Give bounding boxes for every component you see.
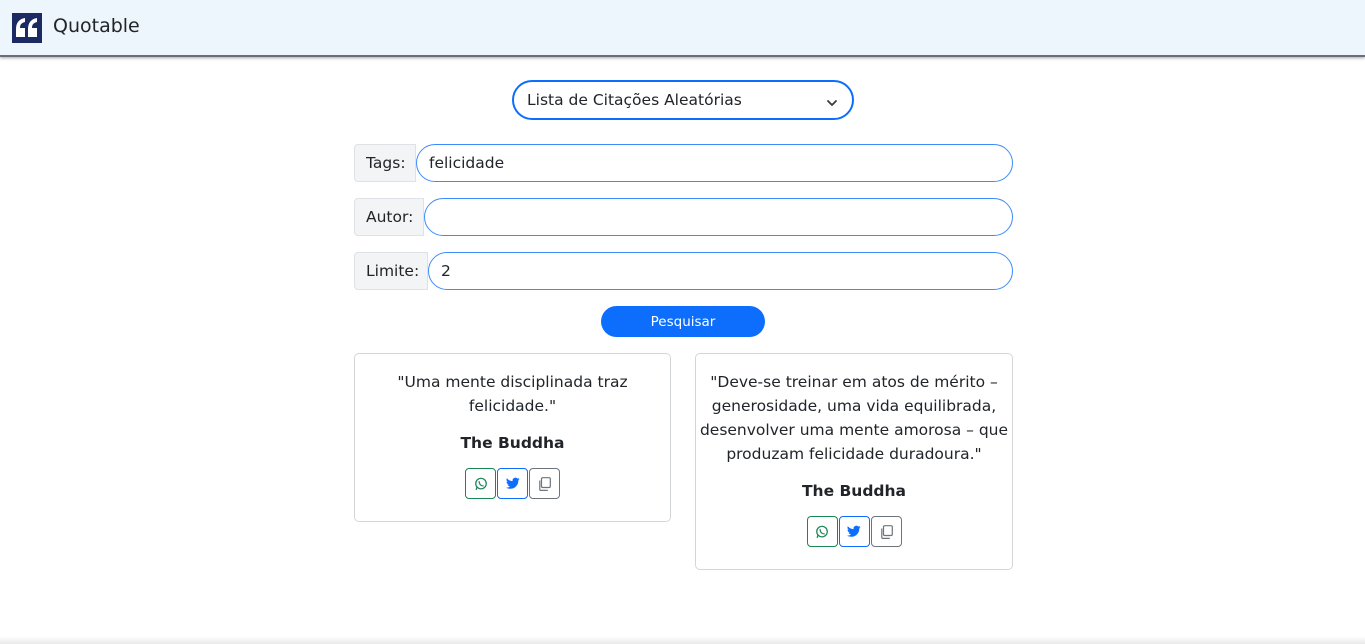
- quote-line: generosidade, uma vida equilibrada,: [711, 397, 997, 415]
- quote-text: "Uma mente disciplinada traz felicidade.…: [355, 370, 670, 418]
- share-whatsapp-button[interactable]: [806, 516, 838, 547]
- brand-title[interactable]: Quotable: [53, 15, 140, 37]
- quote-author: The Buddha: [460, 434, 565, 452]
- author-input[interactable]: [424, 198, 1013, 236]
- mode-select-value: Lista de Citações Aleatórias: [527, 91, 742, 109]
- copy-quote-button[interactable]: [870, 516, 902, 547]
- whatsapp-icon: [474, 477, 487, 490]
- quote-line: produzam felicidade duradoura.": [726, 445, 982, 463]
- twitter-icon: [505, 477, 520, 489]
- author-label: Autor:: [354, 198, 424, 236]
- mode-select[interactable]: Lista de Citações Aleatórias: [512, 80, 854, 120]
- limit-label: Limite:: [354, 252, 428, 290]
- search-button[interactable]: Pesquisar: [601, 306, 765, 337]
- chevron-down-icon: [826, 94, 838, 113]
- quote-logo-icon[interactable]: [12, 13, 42, 43]
- copy-quote-button[interactable]: [529, 468, 560, 499]
- navbar: Quotable: [0, 0, 1365, 57]
- tags-input[interactable]: felicidade: [416, 144, 1013, 182]
- quote-card: "Deve-se treinar em atos de mérito – gen…: [695, 353, 1013, 570]
- copy-icon: [880, 524, 893, 539]
- share-twitter-button[interactable]: [838, 516, 870, 547]
- quote-actions: [355, 468, 670, 499]
- twitter-icon: [847, 525, 861, 537]
- limit-row: Limite: 2: [354, 252, 1013, 290]
- tags-row: Tags: felicidade: [354, 144, 1013, 182]
- quote-card: "Uma mente disciplinada traz felicidade.…: [354, 353, 671, 522]
- author-row: Autor:: [354, 198, 1013, 236]
- quote-line: "Uma mente disciplinada traz: [397, 373, 628, 391]
- tags-label: Tags:: [354, 144, 416, 182]
- share-whatsapp-button[interactable]: [465, 468, 496, 499]
- quote-line: desenvolver uma mente amorosa – que: [699, 421, 1009, 439]
- quote-line: "Deve-se treinar em atos de mérito –: [710, 373, 998, 391]
- quote-line: felicidade.": [468, 397, 557, 415]
- quote-author: The Buddha: [801, 482, 907, 500]
- whatsapp-icon: [816, 525, 828, 538]
- share-twitter-button[interactable]: [497, 468, 528, 499]
- quote-text: "Deve-se treinar em atos de mérito – gen…: [696, 370, 1012, 466]
- quote-actions: [696, 516, 1012, 547]
- limit-input[interactable]: 2: [428, 252, 1013, 290]
- copy-icon: [539, 476, 551, 491]
- footer-shadow: [0, 636, 1365, 644]
